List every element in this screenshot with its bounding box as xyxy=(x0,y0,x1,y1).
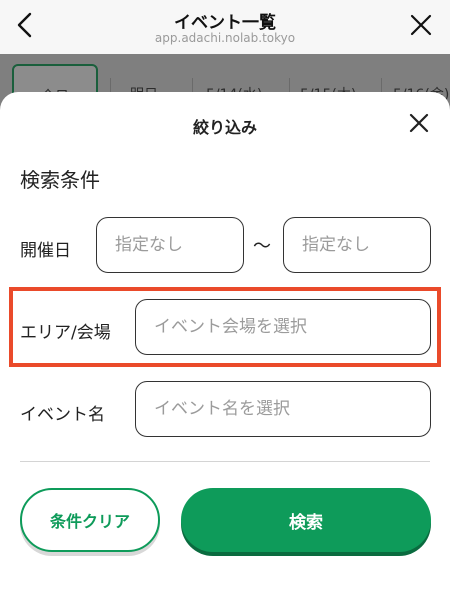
date-to-field[interactable] xyxy=(283,217,431,273)
browser-header: イベント一覧 app.adachi.nolab.tokyo xyxy=(0,0,450,54)
date-to-input[interactable] xyxy=(284,218,430,272)
section-title: 検索条件 xyxy=(20,168,100,192)
event-name-input[interactable] xyxy=(136,382,430,436)
event-name-field[interactable] xyxy=(135,381,431,437)
close-icon[interactable] xyxy=(410,14,432,36)
close-icon[interactable] xyxy=(408,112,430,134)
sheet-title: 絞り込み xyxy=(192,118,257,137)
event-name-label: イベント名 xyxy=(20,405,105,425)
area-highlight-box xyxy=(9,287,441,367)
date-range-separator: 〜 xyxy=(253,236,271,257)
search-button[interactable]: 検索 xyxy=(181,488,431,552)
date-from-field[interactable] xyxy=(96,217,244,273)
page-url: app.adachi.nolab.tokyo xyxy=(154,31,296,45)
page-title: イベント一覧 xyxy=(174,13,276,33)
divider xyxy=(20,461,430,462)
clear-conditions-button[interactable]: 条件クリア xyxy=(20,488,160,552)
date-label: 開催日 xyxy=(20,241,71,261)
date-from-input[interactable] xyxy=(97,218,243,272)
